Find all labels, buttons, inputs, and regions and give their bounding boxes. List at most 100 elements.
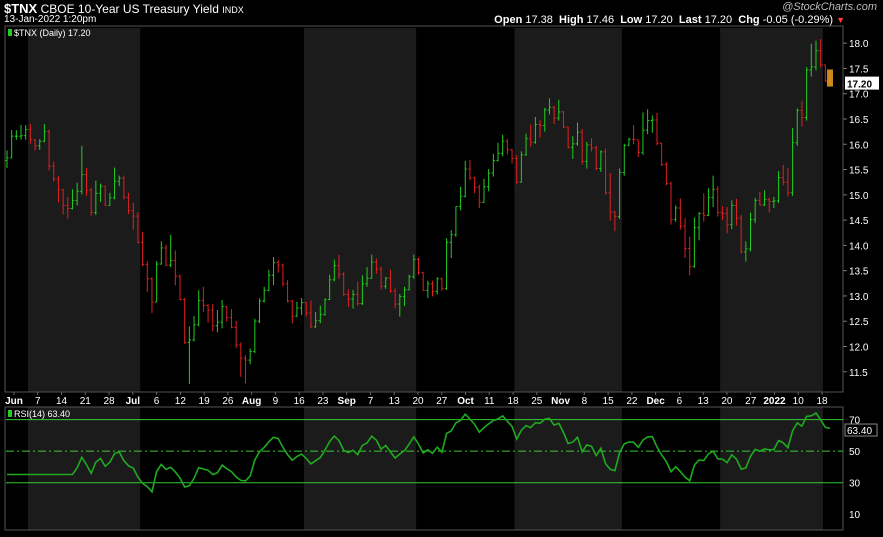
- x-axis-label: 23: [317, 396, 329, 407]
- ohlc-bar: [711, 175, 715, 207]
- ohlc-bar: [183, 297, 187, 344]
- ohlc-bar: [664, 161, 668, 186]
- rsi-legend-swatch: [8, 410, 12, 417]
- ohlc-bar: [622, 143, 626, 176]
- x-axis-label: 22: [626, 396, 638, 407]
- ohlc-bar: [5, 150, 9, 169]
- price-y-tick-label: 15.0: [849, 191, 869, 202]
- ohlc-bar: [426, 280, 430, 298]
- rsi-y-tick-label: 10: [849, 510, 861, 521]
- ohlc-bar: [164, 244, 168, 267]
- x-axis-label: 2022: [763, 396, 786, 407]
- ohlc-bar: [150, 277, 154, 314]
- x-axis-label: Oct: [457, 396, 474, 407]
- x-axis-label: 6: [154, 396, 160, 407]
- x-axis-label: Aug: [242, 396, 261, 407]
- rsi-last-label: 63.40: [847, 426, 872, 437]
- ohlc-bar: [197, 290, 201, 327]
- ohlc-bar: [192, 316, 196, 342]
- ohlc-bar: [267, 269, 271, 292]
- x-axis-label: 19: [199, 396, 211, 407]
- ohlc-bar: [650, 115, 654, 133]
- price-y-tick-label: 16.5: [849, 115, 869, 126]
- ohlc-bar: [154, 261, 159, 303]
- ohlc-bar: [683, 218, 687, 259]
- ohlc-bar: [295, 302, 299, 318]
- ohlc-bar: [416, 257, 421, 275]
- ohlc-bar: [468, 159, 472, 181]
- ohlc-bar: [253, 318, 257, 354]
- ohlc-bar: [477, 184, 481, 208]
- ohlc-bar: [674, 205, 678, 222]
- ohlc-bar: [14, 130, 18, 140]
- ohlc-bar: [631, 125, 636, 145]
- x-axis-label: 13: [389, 396, 401, 407]
- price-y-tick-label: 17.5: [849, 64, 869, 75]
- price-legend-swatch: [8, 29, 12, 36]
- x-axis-label: Nov: [551, 396, 570, 407]
- x-axis-label: Dec: [646, 396, 665, 407]
- ohlc-bar: [440, 277, 444, 291]
- price-y-tick-label: 17.0: [849, 90, 869, 101]
- ohlc-bar: [220, 299, 224, 329]
- x-axis-label: 10: [793, 396, 805, 407]
- ohlc-bar: [655, 112, 659, 146]
- ohlc-bar: [243, 355, 248, 384]
- month-shade-rsi: [720, 407, 823, 530]
- price-y-tick-label: 15.5: [849, 166, 869, 177]
- x-axis-label: 7: [35, 396, 41, 407]
- month-shade-rsi: [514, 407, 622, 530]
- month-shade-price: [720, 28, 823, 392]
- ohlc-bar: [271, 257, 276, 286]
- x-axis-label: 13: [698, 396, 710, 407]
- last-bar-highlight: [827, 69, 833, 87]
- month-shade-price: [28, 28, 141, 392]
- price-y-tick-label: 12.0: [849, 343, 869, 354]
- ohlc-bar: [290, 299, 294, 324]
- price-y-tick-label: 11.5: [849, 368, 868, 379]
- ohlc-bar: [285, 280, 290, 303]
- x-axis-label: 20: [721, 396, 733, 407]
- ohlc-bar: [641, 112, 645, 155]
- ohlc-bar: [201, 286, 206, 313]
- month-shade-rsi: [303, 407, 417, 530]
- price-y-tick-label: 18.0: [849, 39, 869, 50]
- ohlc-bar: [435, 277, 439, 295]
- x-axis-label: 28: [103, 396, 115, 407]
- ohlc-bar: [239, 342, 243, 377]
- ohlc-bar: [444, 238, 449, 290]
- ohlc-bar: [482, 178, 486, 203]
- rsi-y-tick-label: 30: [849, 479, 861, 490]
- ohlc-bar: [159, 241, 163, 265]
- x-axis-label: 27: [745, 396, 757, 407]
- ohlc-bar: [10, 130, 14, 159]
- price-y-tick-label: 12.5: [849, 317, 869, 328]
- ohlc-bar: [458, 186, 463, 211]
- ohlc-bar: [678, 198, 683, 230]
- x-axis-label: 11: [484, 396, 495, 407]
- month-shade-price: [514, 28, 622, 392]
- ohlc-bar: [449, 230, 453, 259]
- x-axis-label: 15: [603, 396, 615, 407]
- ohlc-bar: [706, 188, 711, 217]
- x-axis-label: Jun: [5, 396, 23, 407]
- ohlc-bar: [697, 212, 701, 241]
- ohlc-bar: [421, 271, 425, 291]
- ohlc-bar: [257, 298, 262, 324]
- ohlc-bar: [510, 148, 514, 164]
- month-shade-price: [303, 28, 417, 392]
- x-axis-label: 18: [507, 396, 519, 407]
- ohlc-bar: [496, 142, 500, 162]
- x-axis-label: 12: [175, 396, 187, 407]
- price-y-tick-label: 13.5: [849, 267, 869, 278]
- ohlc-bar: [225, 306, 229, 322]
- ohlc-bar: [627, 137, 631, 147]
- x-axis-label: Sep: [338, 396, 356, 407]
- ohlc-bar: [178, 274, 182, 301]
- ohlc-bar: [702, 193, 706, 222]
- ohlc-bar: [472, 176, 477, 194]
- ohlc-bar: [692, 217, 697, 268]
- x-axis-label: 8: [582, 396, 588, 407]
- ohlc-bar: [262, 286, 266, 303]
- chart-canvas[interactable]: 11.5 12.0 12.5 13.0 13.5 14.0 14.5 15.0 15.5 16.0…: [0, 0, 883, 537]
